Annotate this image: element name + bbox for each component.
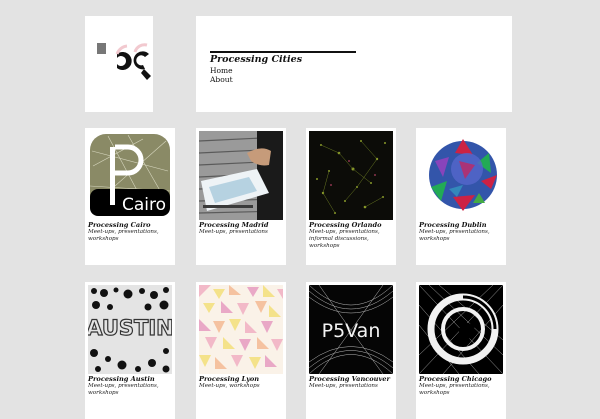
- svg-text:P5Van: P5Van: [322, 320, 381, 342]
- austin-dots-image: AUSTIN: [88, 285, 172, 374]
- city-title[interactable]: Processing Madrid: [199, 221, 285, 229]
- city-description: Meet-ups, presentations, workshops: [88, 229, 159, 243]
- city-title[interactable]: Processing Austin: [88, 375, 174, 383]
- city-card-austin[interactable]: AUSTIN Processing Austin Meet-ups, prese…: [85, 282, 175, 419]
- dublin-sphere-image: [419, 131, 503, 220]
- madrid-photo-image: [199, 131, 283, 220]
- city-description: Meet-ups, presentations, workshops: [419, 229, 490, 243]
- city-thumbnail[interactable]: AUSTIN: [88, 285, 172, 374]
- city-title[interactable]: Processing Dublin: [419, 221, 505, 229]
- city-thumbnail[interactable]: Cairo: [88, 131, 172, 220]
- city-thumbnail[interactable]: [199, 131, 283, 220]
- orlando-particles-image: [309, 131, 393, 220]
- chicago-lines-image: [419, 285, 503, 374]
- city-title[interactable]: Processing Cairo: [88, 221, 174, 229]
- city-description: Meet-ups, presentations: [309, 383, 378, 389]
- city-description: Meet-ups, presentations, workshops: [88, 383, 159, 397]
- city-card-orlando[interactable]: Processing Orlando Meet-ups, presentatio…: [306, 128, 396, 265]
- site-logo[interactable]: [85, 16, 153, 112]
- city-description: Meet-ups, presentations, workshops: [419, 383, 490, 397]
- city-title[interactable]: Processing Orlando: [309, 221, 395, 229]
- city-description: Meet-ups, presentations: [199, 229, 268, 235]
- city-description: Meet-ups, workshops: [199, 383, 260, 389]
- site-header: Processing Cities Home About: [196, 16, 512, 112]
- city-card-dublin[interactable]: Processing Dublin Meet-ups, presentation…: [416, 128, 506, 265]
- svg-text:Cairo: Cairo: [122, 195, 166, 215]
- city-thumbnail[interactable]: [309, 131, 393, 220]
- city-card-chicago[interactable]: Processing Chicago Meet-ups, presentatio…: [416, 282, 506, 419]
- main-nav: Home About: [210, 66, 233, 85]
- city-card-cairo[interactable]: Cairo Processing Cairo Meet-ups, present…: [85, 128, 175, 265]
- city-description: Meet-ups, presentations, informal discus…: [309, 229, 380, 250]
- city-card-madrid[interactable]: Processing Madrid Meet-ups, presentation…: [196, 128, 286, 265]
- title-rule: [210, 51, 356, 53]
- city-card-lyon[interactable]: Processing Lyon Meet-ups, workshops: [196, 282, 286, 419]
- processing-logo-icon: [97, 43, 151, 80]
- nav-about-link[interactable]: About: [210, 75, 233, 85]
- city-title[interactable]: Processing Chicago: [419, 375, 505, 383]
- city-thumbnail[interactable]: P5Van: [309, 285, 393, 374]
- city-title[interactable]: Processing Lyon: [199, 375, 285, 383]
- city-thumbnail[interactable]: [419, 285, 503, 374]
- site-title[interactable]: Processing Cities: [210, 54, 302, 65]
- cairo-logo-icon: Cairo: [88, 131, 172, 220]
- city-thumbnail[interactable]: [419, 131, 503, 220]
- vancouver-logo-image: P5Van: [309, 285, 393, 374]
- lyon-triangles-image: [199, 285, 283, 374]
- city-title[interactable]: Processing Vancouver: [309, 375, 395, 383]
- city-thumbnail[interactable]: [199, 285, 283, 374]
- city-card-vancouver[interactable]: P5Van Processing Vancouver Meet-ups, pre…: [306, 282, 396, 419]
- svg-text:AUSTIN: AUSTIN: [88, 316, 172, 340]
